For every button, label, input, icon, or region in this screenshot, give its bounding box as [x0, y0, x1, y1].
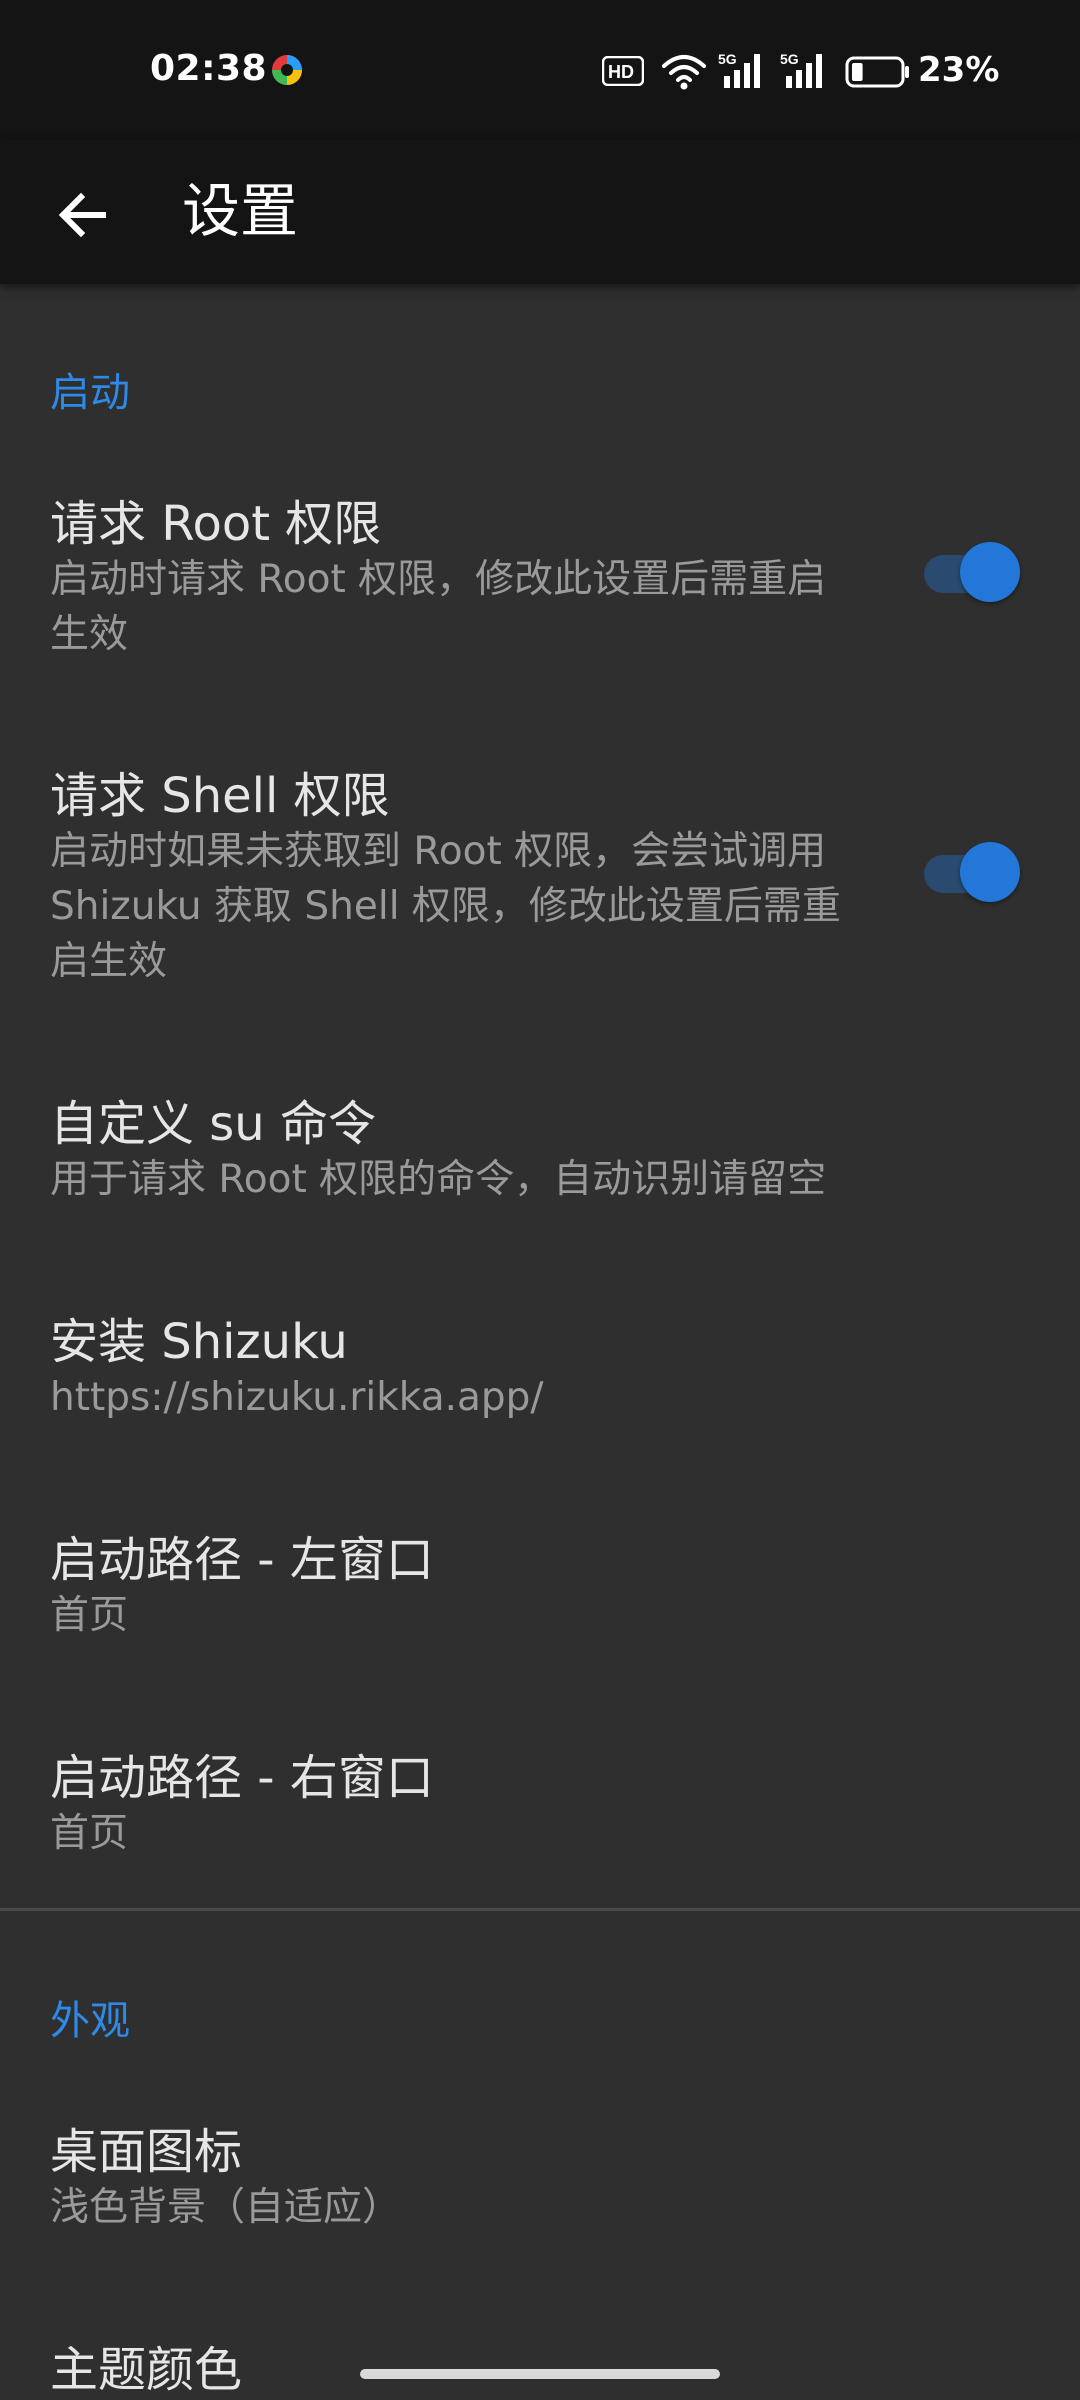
hd-label: HD [608, 62, 634, 82]
pref-install-shizuku[interactable]: 安装 Shizuku https://shizuku.rikka.app/ [0, 1302, 1080, 1442]
page-title: 设置 [182, 177, 299, 245]
pref-title: 启动路径 - 左窗口 [50, 1532, 434, 1588]
pref-title: 启动路径 - 右窗口 [50, 1750, 434, 1806]
wifi-icon [662, 55, 706, 90]
app-bar: 设置 [0, 140, 1080, 284]
pref-desktop-icon[interactable]: 桌面图标 浅色背景（自适应） [0, 2112, 1080, 2252]
pref-title: 请求 Shell 权限 [50, 768, 390, 824]
pref-title: 安装 Shizuku [50, 1314, 348, 1370]
status-time: 02:38 [150, 48, 268, 89]
section-header-startup: 启动 [50, 370, 130, 416]
gesture-nav-bar[interactable] [360, 2369, 720, 2379]
request-shell-switch[interactable] [924, 840, 1024, 902]
pref-title: 主题颜色 [50, 2342, 243, 2398]
signal-label: 5G [718, 51, 737, 67]
section-header-appearance: 外观 [50, 1998, 130, 2044]
section-divider [0, 1908, 1080, 1911]
pref-title: 请求 Root 权限 [50, 496, 382, 552]
pref-summary: https://shizuku.rikka.app/ [50, 1375, 544, 1420]
pref-request-root[interactable]: 请求 Root 权限 启动时请求 Root 权限，修改此设置后需重启生效 [0, 484, 1080, 684]
app-notification-icon [272, 55, 302, 85]
pref-summary: 浅色背景（自适应） [50, 2185, 402, 2230]
switch-thumb [960, 542, 1020, 602]
switch-thumb [960, 842, 1020, 902]
signal-label: 5G [780, 51, 799, 67]
5g-signal-icon: 5G [780, 51, 822, 88]
back-button[interactable] [38, 170, 128, 260]
pref-title: 自定义 su 命令 [50, 1096, 376, 1152]
pref-start-path-left[interactable]: 启动路径 - 左窗口 首页 [0, 1520, 1080, 1660]
pref-request-shell[interactable]: 请求 Shell 权限 启动时如果未获取到 Root 权限，会尝试调用 Shiz… [0, 756, 1080, 1016]
pref-summary: 用于请求 Root 权限的命令，自动识别请留空 [50, 1157, 827, 1202]
arrow-left-icon [58, 192, 106, 238]
battery-percent: 23% [918, 50, 1000, 90]
status-bar: 02:38 HD 5G 5G 23% [0, 0, 1080, 140]
request-root-switch[interactable] [924, 540, 1024, 602]
pref-summary: 启动时请求 Root 权限，修改此设置后需重启生效 [50, 557, 827, 657]
pref-summary: 首页 [50, 1811, 129, 1856]
battery-icon [845, 56, 909, 88]
pref-summary: 启动时如果未获取到 Root 权限，会尝试调用 Shizuku 获取 Shell… [50, 829, 841, 984]
pref-custom-su[interactable]: 自定义 su 命令 用于请求 Root 权限的命令，自动识别请留空 [0, 1084, 1080, 1224]
pref-theme-color[interactable]: 主题颜色 [0, 2330, 1080, 2400]
settings-screen: 02:38 HD 5G 5G 23% 设置 启动 请求 Root 权限 启动时请… [0, 0, 1080, 2400]
pref-start-path-right[interactable]: 启动路径 - 右窗口 首页 [0, 1738, 1080, 1878]
5g-signal-icon: 5G [718, 51, 760, 88]
pref-summary: 首页 [50, 1593, 129, 1638]
hd-voice-icon: HD [602, 56, 644, 86]
pref-title: 桌面图标 [50, 2124, 243, 2180]
